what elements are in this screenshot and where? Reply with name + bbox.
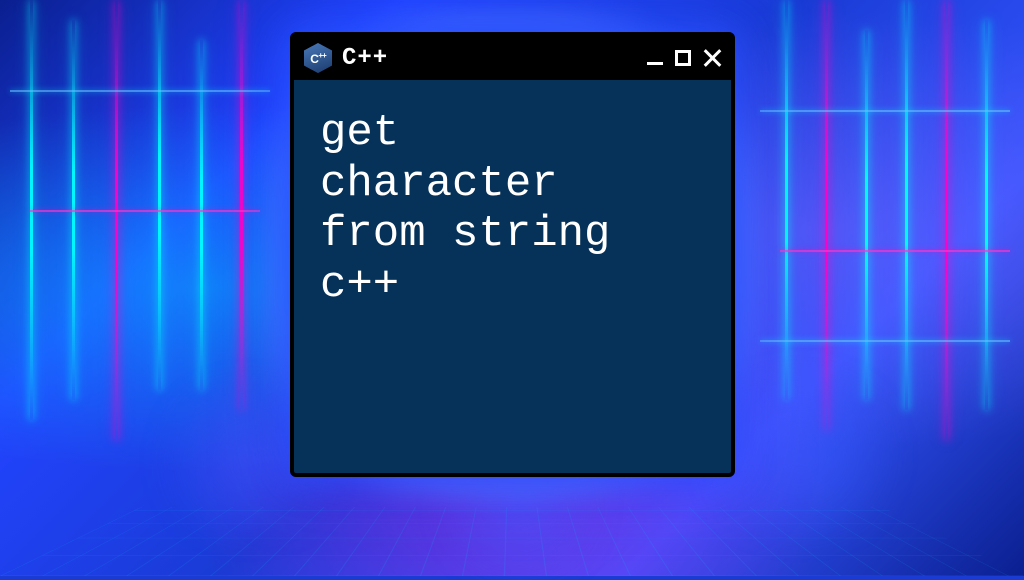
window-title: C++ (342, 45, 637, 72)
window-controls (647, 49, 721, 67)
close-button[interactable] (703, 49, 721, 67)
terminal-content: get character from string c++ (294, 80, 731, 473)
cpp-logo-icon: C++ (304, 43, 332, 73)
grid-floor (0, 507, 1024, 576)
terminal-window: C++ C++ get character from string c++ (290, 32, 735, 477)
titlebar[interactable]: C++ C++ (294, 36, 731, 80)
maximize-button[interactable] (675, 50, 691, 66)
minimize-button[interactable] (647, 52, 663, 65)
